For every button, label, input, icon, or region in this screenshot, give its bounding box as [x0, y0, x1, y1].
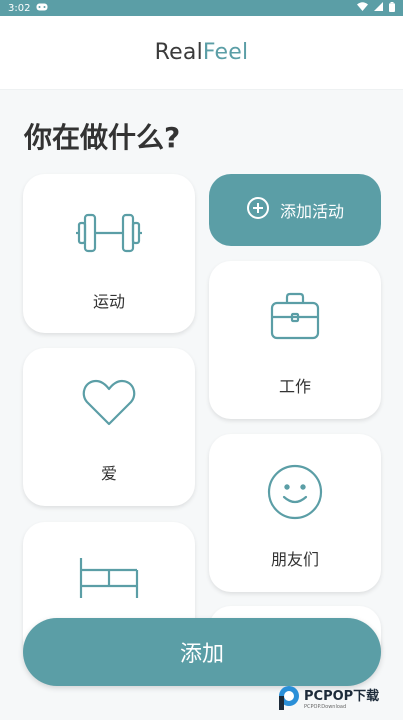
watermark-main: PCPOP下载 — [304, 689, 380, 704]
status-time: 3:02 — [8, 2, 31, 14]
status-bar: 3:02 — [0, 0, 403, 16]
logo-real: Real — [154, 40, 203, 65]
activity-label: 爱 — [100, 464, 117, 483]
signal-icon — [374, 2, 383, 14]
status-left: 3:02 — [8, 3, 48, 14]
activity-card-friends[interactable]: 朋友们 — [209, 434, 381, 592]
add-button[interactable]: 添加 — [23, 618, 381, 686]
add-activity-button[interactable]: 添加活动 — [209, 174, 381, 246]
activity-card-work[interactable]: 工作 — [209, 261, 381, 419]
add-activity-label: 添加活动 — [279, 202, 344, 221]
logo-feel: Feel — [202, 40, 249, 65]
activity-card-love[interactable]: 爱 — [23, 348, 195, 506]
battery-icon — [389, 1, 395, 15]
plus-circle-icon — [246, 196, 270, 224]
activity-label: 运动 — [92, 292, 125, 311]
activity-label: 朋友们 — [270, 550, 319, 569]
activity-label: 工作 — [278, 377, 311, 396]
briefcase-icon — [270, 291, 320, 345]
activity-card-sport[interactable]: 运动 — [23, 174, 195, 333]
dumbbell-icon — [76, 212, 142, 258]
app-header: RealFeel — [0, 16, 403, 90]
bed-icon — [77, 554, 141, 604]
app-logo: RealFeel — [155, 40, 249, 65]
gamepad-icon — [36, 3, 48, 14]
wifi-icon — [357, 2, 368, 14]
watermark-sub: PCPOP.Download — [304, 704, 347, 710]
watermark: PCPOP下载 PCPOP.Download — [278, 684, 400, 716]
add-button-label: 添加 — [179, 642, 224, 667]
page-title: 你在做什么? — [24, 121, 181, 154]
watermark-logo-icon — [278, 685, 300, 715]
status-right — [357, 1, 395, 15]
smiley-icon — [267, 464, 323, 524]
heart-icon — [82, 378, 136, 432]
watermark-text: PCPOP下载 PCPOP.Download — [304, 690, 379, 710]
